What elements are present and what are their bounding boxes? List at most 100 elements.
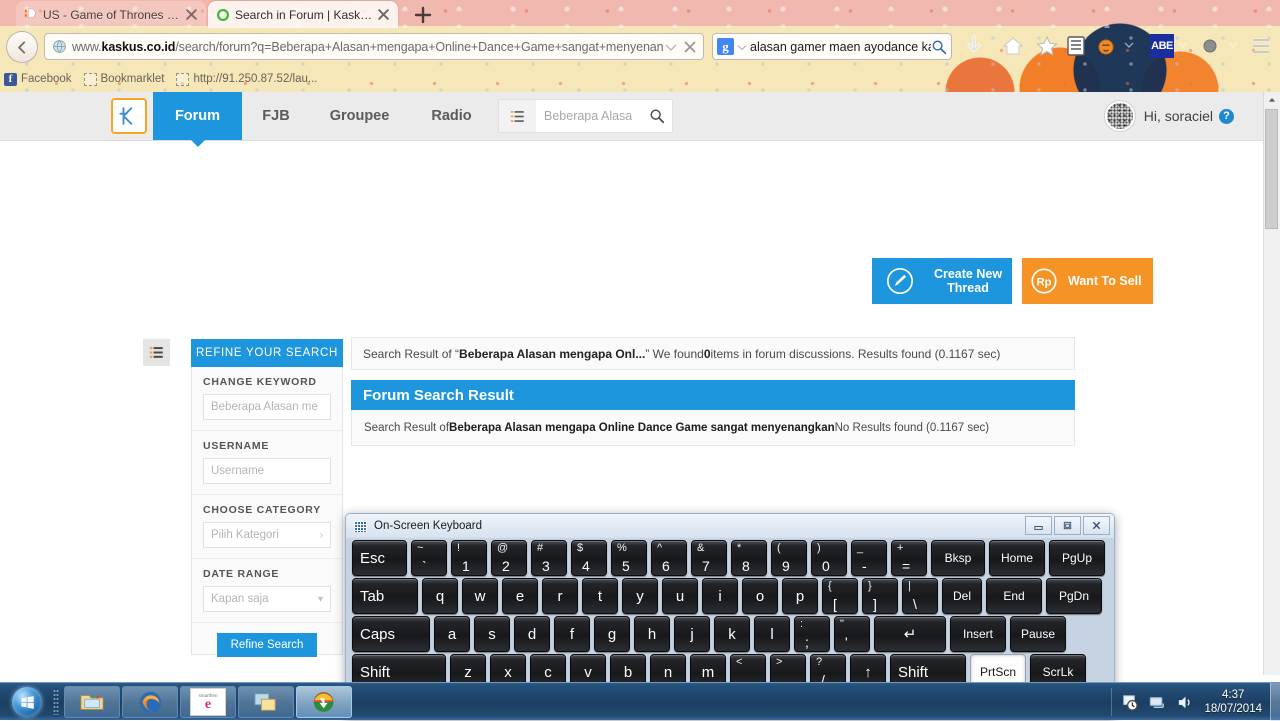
osk-key-p[interactable]: p — [782, 578, 818, 614]
osk-key-4[interactable]: $4 — [571, 540, 607, 576]
tab-close-icon[interactable] — [185, 8, 198, 21]
osk-key-d[interactable]: d — [514, 616, 550, 652]
chevron-down-icon[interactable] — [737, 42, 747, 52]
osk-key-t[interactable]: t — [582, 578, 618, 614]
site-nav-groupee[interactable]: Groupee — [310, 92, 409, 140]
view-toggle-button[interactable] — [143, 339, 170, 366]
stop-loading-icon[interactable] — [681, 38, 699, 56]
download-icon[interactable] — [962, 34, 986, 58]
osk-key-[interactable]: ~ ` — [411, 540, 447, 576]
help-icon[interactable]: ? — [1219, 108, 1234, 124]
minimize-button[interactable] — [1025, 516, 1052, 535]
osk-key-home[interactable]: Home — [989, 540, 1045, 576]
site-search-submit[interactable] — [642, 108, 672, 124]
date-range-select[interactable]: Kapan saja ▾ — [203, 586, 331, 612]
site-search-input[interactable]: Beberapa Alasa — [536, 109, 642, 123]
chevron-down-icon[interactable] — [1228, 41, 1238, 49]
osk-key-k[interactable]: k — [714, 616, 750, 652]
close-button[interactable] — [1083, 516, 1110, 535]
osk-key-3[interactable]: #3 — [531, 540, 567, 576]
taskbar-button-window-stack[interactable] — [238, 686, 294, 718]
site-nav-radio[interactable]: Radio — [409, 92, 494, 140]
osk-key-7[interactable]: & 7 — [691, 540, 727, 576]
osk-key-6[interactable]: ^ 6 — [651, 540, 687, 576]
osk-key-9[interactable]: (9 — [771, 540, 807, 576]
osk-key-o[interactable]: o — [742, 578, 778, 614]
osk-key-bksp[interactable]: Bksp — [931, 540, 985, 576]
page-scrollbar[interactable] — [1263, 92, 1280, 675]
site-nav-forum[interactable]: Forum — [153, 92, 242, 147]
library-icon[interactable] — [1064, 34, 1088, 58]
osk-key-[interactable]: :; — [794, 616, 830, 652]
browser-tab-1[interactable]: US - Game of Thrones Seas... — [16, 1, 206, 28]
osk-key-2[interactable]: @2 — [491, 540, 527, 576]
osk-key-pgdn[interactable]: PgDn — [1046, 578, 1102, 614]
bookmark-facebook[interactable]: f Facebook — [4, 72, 72, 86]
osk-key-esc[interactable]: Esc — [352, 540, 407, 576]
osk-key-end[interactable]: End — [986, 578, 1042, 614]
chevron-down-icon[interactable] — [1124, 41, 1134, 49]
osk-key-[interactable]: _ - — [851, 540, 887, 576]
taskbar-clock[interactable]: 4:37 18/07/2014 — [1204, 688, 1262, 716]
kaskus-logo[interactable] — [111, 98, 147, 134]
osk-key-s[interactable]: s — [474, 616, 510, 652]
osk-key-8[interactable]: * 8 — [731, 540, 767, 576]
maximize-button[interactable] — [1054, 516, 1081, 535]
osk-key-h[interactable]: h — [634, 616, 670, 652]
osk-key-l[interactable]: l — [754, 616, 790, 652]
osk-key-pause[interactable]: Pause — [1010, 616, 1066, 652]
user-account-area[interactable]: Hi, soraciel ? — [1104, 92, 1234, 140]
osk-key-tab[interactable]: Tab — [352, 578, 418, 614]
browser-tab-2-active[interactable]: Search in Forum | Kaskus - ... — [208, 1, 398, 28]
search-icon[interactable] — [931, 39, 947, 55]
taskbar-button-idm[interactable] — [296, 686, 352, 718]
bookmark-ip-link[interactable]: http://91.250.87.52/lau... — [176, 72, 317, 86]
search-bar[interactable]: g alasan gamer maen ayodance kaskus — [712, 33, 952, 60]
back-button[interactable] — [6, 31, 38, 63]
menu-hamburger-icon[interactable] — [1250, 34, 1272, 58]
refine-search-button[interactable]: Refine Search — [216, 633, 318, 657]
osk-title-bar[interactable]: On-Screen Keyboard — [346, 514, 1114, 538]
scrollbar-thumb[interactable] — [1265, 109, 1278, 229]
site-nav-fjb[interactable]: FJB — [242, 92, 310, 140]
chevron-down-icon[interactable] — [663, 39, 679, 55]
osk-key-a[interactable]: a — [434, 616, 470, 652]
create-new-thread-button[interactable]: Create New Thread — [872, 258, 1012, 304]
osk-key-[interactable]: {[ — [822, 578, 858, 614]
osk-key-caps[interactable]: Caps — [352, 616, 430, 652]
osk-key-pgup[interactable]: PgUp — [1049, 540, 1105, 576]
osk-key-1[interactable]: ! 1 — [451, 540, 487, 576]
abe-addon-icon[interactable]: ABE — [1150, 34, 1174, 58]
home-icon[interactable] — [1001, 34, 1025, 58]
osk-key-0[interactable]: ) 0 — [811, 540, 847, 576]
osk-key-5[interactable]: % 5 — [611, 540, 647, 576]
username-input[interactable]: Username — [203, 458, 331, 484]
osk-key-g[interactable]: g — [594, 616, 630, 652]
network-icon[interactable] — [1148, 693, 1167, 712]
volume-icon[interactable] — [1176, 693, 1195, 712]
osk-key-del[interactable]: Del — [942, 578, 982, 614]
osk-key-i[interactable]: i — [702, 578, 738, 614]
want-to-sell-button[interactable]: Rp Want To Sell — [1022, 258, 1153, 304]
osk-key-r[interactable]: r — [542, 578, 578, 614]
osk-key-u[interactable]: u — [662, 578, 698, 614]
start-button[interactable] — [2, 684, 52, 720]
scroll-up-button[interactable] — [1264, 92, 1280, 108]
tab-close-icon[interactable] — [377, 8, 390, 21]
taskbar-button-smartfren[interactable]: smartfren e — [180, 686, 236, 718]
osk-key-q[interactable]: q — [422, 578, 458, 614]
osk-key-[interactable]: ↵ — [874, 616, 946, 652]
osk-key-[interactable]: }] — [862, 578, 898, 614]
change-keyword-input[interactable]: Beberapa Alasan me — [203, 394, 331, 420]
taskbar-button-firefox[interactable] — [122, 686, 178, 718]
osk-key-[interactable]: + = — [891, 540, 927, 576]
choose-category-select[interactable]: Pilih Kategori › — [203, 522, 331, 548]
osk-key-y[interactable]: y — [622, 578, 658, 614]
bookmark-star-icon[interactable] — [1035, 34, 1059, 58]
chevron-down-icon[interactable] — [1178, 41, 1188, 49]
avatar[interactable] — [1104, 101, 1135, 131]
taskbar-button-explorer[interactable] — [64, 686, 120, 718]
osk-key-[interactable]: | \ — [902, 578, 938, 614]
show-desktop-button[interactable] — [1270, 683, 1280, 721]
osk-key-j[interactable]: j — [674, 616, 710, 652]
